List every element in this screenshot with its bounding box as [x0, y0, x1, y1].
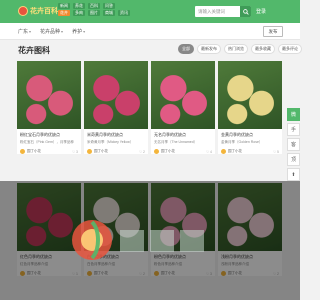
breadcrumb-item[interactable]: 花卉品种▾ — [40, 28, 63, 35]
like-count: ♡ 2 — [138, 149, 145, 154]
flower-card[interactable]: 金黄月季的优缺点 金黄月季（Golden Rose） 园丁小花 ♡ 5 — [218, 61, 282, 154]
filter-chip[interactable]: 最多评论 — [278, 44, 302, 54]
filter-chip[interactable]: 最多收藏 — [251, 44, 275, 54]
sort-filters: 全部 最新发布 热门浏览 最多收藏 最多评论 — [178, 44, 302, 54]
search-box[interactable]: 请输入关键词 — [195, 6, 251, 17]
nav-item[interactable]: 花卉 — [58, 10, 70, 16]
filter-bar: 广东▾ 花卉品种▾ 养护▾ 发布 — [0, 23, 300, 40]
avatar — [20, 149, 25, 154]
flower-photo[interactable] — [84, 61, 148, 129]
card-author[interactable]: 园丁小花 — [87, 149, 108, 154]
logo-text: 花卉百科 — [30, 8, 58, 15]
card-title[interactable]: 无名月季的优缺点 — [154, 132, 212, 138]
card-meta: 园丁小花 ♡ 5 — [221, 149, 279, 154]
card-description: 金黄月季（Golden Rose） — [221, 140, 263, 144]
nav-item[interactable]: 资讯 — [118, 10, 130, 16]
nav-item[interactable]: 养花 — [73, 3, 85, 9]
author-name: 园丁小花 — [228, 149, 242, 153]
nav-item[interactable]: 百科 — [88, 3, 100, 9]
like-count: ♡ 3 — [71, 149, 78, 154]
logo-icon — [18, 6, 28, 16]
top-navigation-bar: 花卉百科 新闻 养花 百科 问答 花卉 多肉 图片 商城 资讯 请输入关键词 登录 — [0, 0, 300, 23]
card-description: 粉红宝石（Pink Gem），月季品种 — [20, 140, 74, 144]
card-title[interactable]: 金黄月季的优缺点 — [221, 132, 279, 138]
flower-photo[interactable] — [151, 61, 215, 129]
card-meta: 园丁小花 ♡ 3 — [20, 149, 78, 154]
side-toolbar-button[interactable]: ⬆ — [287, 168, 300, 181]
watermark-logo — [72, 220, 204, 260]
card-author[interactable]: 园丁小花 — [154, 149, 175, 154]
nav-item[interactable]: 多肉 — [73, 10, 85, 16]
main-nav: 新闻 养花 百科 问答 花卉 多肉 图片 商城 资讯 — [58, 3, 130, 16]
chevron-down-icon: ▾ — [83, 29, 86, 34]
site-logo[interactable]: 花卉百科 — [18, 4, 58, 18]
breadcrumb-label: 花卉品种 — [40, 29, 61, 35]
filter-chip[interactable]: 最新发布 — [197, 44, 221, 54]
card-description: 无名月季（The Unnamed） — [154, 140, 198, 144]
search-button[interactable] — [240, 6, 251, 17]
search-input[interactable]: 请输入关键词 — [198, 9, 225, 15]
card-meta: 园丁小花 ♡ 4 — [154, 149, 212, 154]
card-title[interactable]: 米奇黄月季的优缺点 — [87, 132, 145, 138]
avatar — [154, 149, 159, 154]
flower-card[interactable]: 无名月季的优缺点 无名月季（The Unnamed） 园丁小花 ♡ 4 — [151, 61, 215, 154]
nav-item[interactable]: 问答 — [103, 3, 115, 9]
side-toolbar: 微手客顶 ⬆ — [287, 108, 300, 181]
nav-item[interactable]: 图片 — [88, 10, 100, 16]
search-icon — [242, 8, 249, 15]
nav-item[interactable]: 新闻 — [58, 3, 70, 9]
filter-chip[interactable]: 热门浏览 — [224, 44, 248, 54]
flower-photo[interactable] — [17, 61, 81, 129]
filter-chip[interactable]: 全部 — [178, 44, 194, 54]
card-author[interactable]: 园丁小花 — [20, 149, 41, 154]
flower-card[interactable]: 米奇黄月季的优缺点 米奇黄月季（Mickey Yellow） 园丁小花 ♡ 2 — [84, 61, 148, 154]
login-link[interactable]: 登录 — [256, 8, 266, 15]
side-toolbar-button[interactable]: 顶 — [287, 153, 300, 166]
author-name: 园丁小花 — [161, 149, 175, 153]
chevron-down-icon: ▾ — [61, 29, 64, 34]
avatar — [87, 149, 92, 154]
author-name: 园丁小花 — [27, 149, 41, 153]
page-title: 花卉图科 — [18, 46, 50, 55]
avatar — [221, 149, 226, 154]
like-count: ♡ 5 — [272, 149, 279, 154]
publish-button[interactable]: 发布 — [263, 26, 283, 37]
breadcrumb-item[interactable]: 广东▾ — [18, 28, 31, 35]
card-description: 米奇黄月季（Mickey Yellow） — [87, 140, 134, 144]
side-toolbar-button[interactable]: 客 — [287, 138, 300, 151]
nav-row: 新闻 养花 百科 问答 — [58, 3, 130, 9]
breadcrumb-label: 养护 — [72, 29, 83, 35]
breadcrumb: 广东▾ 花卉品种▾ 养护▾ — [18, 28, 85, 35]
side-toolbar-button[interactable]: 手 — [287, 123, 300, 136]
card-author[interactable]: 园丁小花 — [221, 149, 242, 154]
flower-card[interactable]: 粉红宝石月季的优缺点 粉红宝石（Pink Gem），月季品种园丁小花 ♡ 3 — [17, 61, 81, 154]
breadcrumb-item[interactable]: 养护▾ — [72, 28, 85, 35]
author-name: 园丁小花 — [94, 149, 108, 153]
like-count: ♡ 4 — [205, 149, 212, 154]
chevron-down-icon: ▾ — [29, 29, 32, 34]
card-title[interactable]: 粉红宝石月季的优缺点 — [20, 132, 78, 138]
breadcrumb-label: 广东 — [18, 29, 29, 35]
side-toolbar-button[interactable]: 微 — [287, 108, 300, 121]
nav-item[interactable]: 商城 — [103, 10, 115, 16]
flower-photo[interactable] — [218, 61, 282, 129]
nav-row: 花卉 多肉 图片 商城 资讯 — [58, 10, 130, 16]
card-meta: 园丁小花 ♡ 2 — [87, 149, 145, 154]
